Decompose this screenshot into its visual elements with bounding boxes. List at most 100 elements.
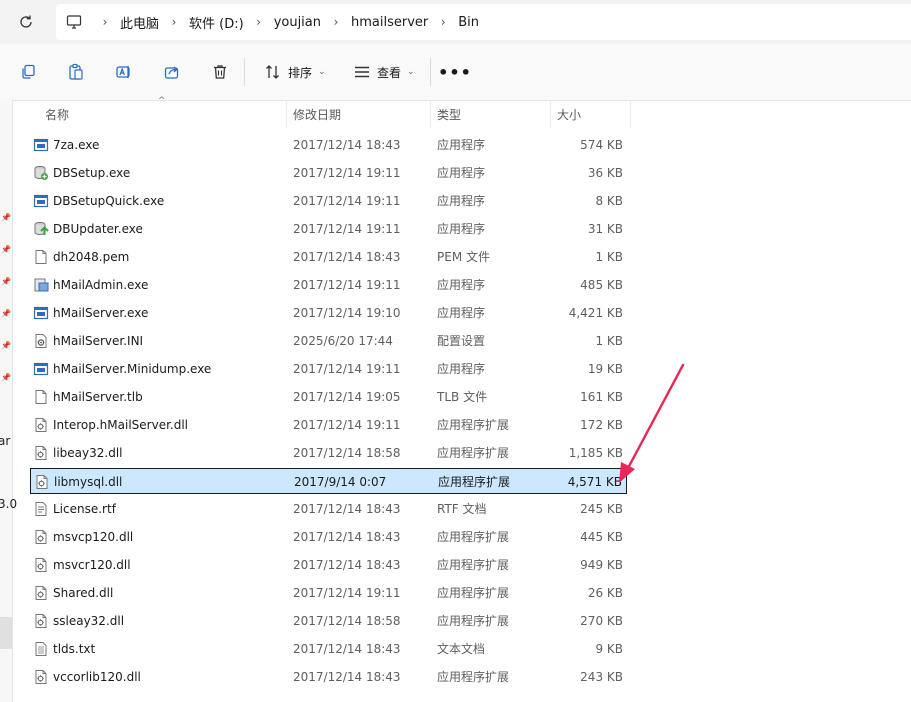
file-modified: 2017/12/14 19:11: [293, 222, 401, 236]
file-size: 949 KB: [580, 558, 623, 572]
sort-button[interactable]: 排序 ⌄: [260, 58, 330, 86]
table-row-selected[interactable]: libmysql.dll 2017/9/14 0:07 应用程序扩展 4,571 KB: [30, 468, 627, 494]
table-row[interactable]: DBUpdater.exe 2017/12/14 19:11 应用程序 31 KB: [30, 216, 627, 242]
file-type: 应用程序扩展: [437, 670, 510, 684]
txt-icon: [33, 641, 49, 657]
file-size: 4,421 KB: [568, 306, 623, 320]
pin-icon[interactable]: 📌: [1, 245, 11, 254]
table-row[interactable]: libeay32.dll 2017/12/14 18:58 应用程序扩展 1,185 …: [30, 440, 627, 466]
file-size: 161 KB: [580, 390, 623, 404]
sort-icon: [266, 65, 279, 79]
rename-button[interactable]: [110, 58, 138, 86]
file-modified: 2017/12/14 19:11: [293, 586, 401, 600]
nav-item-label[interactable]: ar: [0, 434, 10, 448]
table-row[interactable]: DBSetupQuick.exe 2017/12/14 19:11 应用程序 8 KB: [30, 188, 627, 214]
file-size: 445 KB: [580, 530, 623, 544]
file-name: libmysql.dll: [54, 475, 123, 489]
crumb-bin[interactable]: Bin: [456, 15, 481, 30]
chevron-right-icon[interactable]: ›: [92, 15, 118, 29]
pin-icon[interactable]: 📌: [1, 277, 11, 286]
file-size: 243 KB: [580, 670, 623, 684]
file-name: DBUpdater.exe: [53, 222, 143, 236]
file-name: DBSetupQuick.exe: [53, 194, 165, 208]
crumb-youjian[interactable]: youjian: [272, 15, 323, 30]
view-label: 查看: [377, 65, 402, 80]
table-row[interactable]: hMailAdmin.exe 2017/12/14 19:11 应用程序 485 KB: [30, 272, 627, 298]
crumb-this-pc[interactable]: 此电脑: [118, 13, 161, 32]
file-modified: 2017/12/14 19:10: [293, 306, 401, 320]
table-row[interactable]: vccorlib120.dll 2017/12/14 18:43 应用程序扩展 243…: [30, 664, 627, 690]
file-icon: [33, 389, 49, 405]
chevron-right-icon[interactable]: ›: [430, 15, 456, 29]
file-name: Interop.hMailServer.dll: [53, 418, 189, 432]
file-modified: 2017/12/14 19:05: [293, 390, 401, 404]
delete-button[interactable]: [206, 58, 234, 86]
paste-button[interactable]: [62, 58, 90, 86]
file-modified: 2017/12/14 19:11: [293, 278, 401, 292]
table-row[interactable]: hMailServer.tlb 2017/12/14 19:05 TLB 文件 161…: [30, 384, 627, 410]
trash-icon: [214, 65, 226, 79]
file-modified: 2017/12/14 18:43: [293, 138, 401, 152]
file-type: 应用程序扩展: [437, 530, 510, 544]
file-modified: 2017/12/14 19:11: [293, 362, 401, 376]
table-row[interactable]: hMailServer.INI 2025/6/20 17:44 配置设置 1 KB: [30, 328, 627, 354]
pin-icon[interactable]: 📌: [1, 213, 11, 222]
file-name: vccorlib120.dll: [53, 670, 141, 684]
copy-button[interactable]: [14, 58, 42, 86]
table-row[interactable]: hMailServer.exe 2017/12/14 19:10 应用程序 4,421…: [30, 300, 627, 326]
dll-icon: [33, 613, 49, 629]
column-header-type[interactable]: 类型: [431, 100, 551, 128]
file-size: 9 KB: [595, 642, 623, 656]
table-row[interactable]: hMailServer.Minidump.exe 2017/12/14 19:11…: [30, 356, 627, 382]
this-pc-button[interactable]: [56, 4, 92, 40]
nav-selected-item[interactable]: [0, 617, 12, 649]
crumb-drive-d[interactable]: 软件 (D:): [187, 13, 246, 32]
file-name: License.rtf: [53, 502, 116, 516]
dll-icon: [33, 669, 49, 685]
share-button[interactable]: [158, 58, 186, 86]
table-row[interactable]: tlds.txt 2017/12/14 18:43 文本文档 9 KB: [30, 636, 627, 662]
file-size: 26 KB: [587, 586, 623, 600]
pin-icon[interactable]: 📌: [1, 309, 11, 318]
file-type: 应用程序扩展: [438, 475, 511, 489]
command-bar: 排序 ⌄ 查看 ⌄ •••: [0, 44, 911, 101]
breadcrumb[interactable]: › 此电脑 › 软件 (D:) › youjian › hmailserver …: [56, 4, 911, 40]
chevron-right-icon[interactable]: ›: [323, 15, 349, 29]
pin-icon[interactable]: 📌: [1, 341, 11, 350]
chevron-right-icon[interactable]: ›: [246, 15, 272, 29]
view-button[interactable]: 查看 ⌄: [349, 58, 419, 86]
db-updater-icon: [33, 221, 49, 237]
file-icon: [33, 249, 49, 265]
column-header-modified[interactable]: 修改日期: [287, 100, 431, 128]
file-type: 应用程序: [437, 194, 486, 208]
file-size: 19 KB: [587, 362, 623, 376]
navigation-pane[interactable]: 📌 📌 📌 📌 📌 📌 ar 3.0: [0, 100, 17, 702]
copy-icon: [22, 64, 35, 79]
table-row[interactable]: Shared.dll 2017/12/14 19:11 应用程序扩展 26 KB: [30, 580, 627, 606]
table-row[interactable]: Interop.hMailServer.dll 2017/12/14 19:11 应…: [30, 412, 627, 438]
file-modified: 2025/6/20 17:44: [293, 334, 393, 348]
table-row[interactable]: msvcp120.dll 2017/12/14 18:43 应用程序扩展 445 KB: [30, 524, 627, 550]
table-row[interactable]: DBSetup.exe 2017/12/14 19:11 应用程序 36 KB: [30, 160, 627, 186]
file-name: hMailServer.Minidump.exe: [53, 362, 212, 376]
file-name: 7za.exe: [53, 138, 100, 152]
table-row[interactable]: License.rtf 2017/12/14 18:43 RTF 文档 245 KB: [30, 496, 627, 522]
table-row[interactable]: msvcr120.dll 2017/12/14 18:43 应用程序扩展 949 KB: [30, 552, 627, 578]
file-modified: 2017/12/14 18:43: [293, 642, 401, 656]
refresh-button[interactable]: [14, 10, 38, 34]
sort-label: 排序: [288, 65, 313, 80]
table-row[interactable]: dh2048.pem 2017/12/14 18:43 PEM 文件 1 KB: [30, 244, 627, 270]
clipboard-icon: [69, 63, 83, 80]
rtf-icon: [33, 501, 49, 517]
pin-icon[interactable]: 📌: [1, 373, 11, 382]
column-header-size[interactable]: 大小: [551, 100, 631, 128]
file-modified: 2017/12/14 18:58: [293, 614, 401, 628]
more-options-button[interactable]: •••: [438, 58, 471, 86]
file-size: 1 KB: [595, 334, 623, 348]
nav-item-label[interactable]: 3.0: [0, 497, 17, 511]
chevron-right-icon[interactable]: ›: [161, 15, 187, 29]
table-row[interactable]: ssleay32.dll 2017/12/14 18:58 应用程序扩展 270 KB: [30, 608, 627, 634]
crumb-hmailserver[interactable]: hmailserver: [349, 15, 430, 30]
file-modified: 2017/12/14 19:11: [293, 418, 401, 432]
table-row[interactable]: 7za.exe 2017/12/14 18:43 应用程序 574 KB: [30, 132, 627, 158]
